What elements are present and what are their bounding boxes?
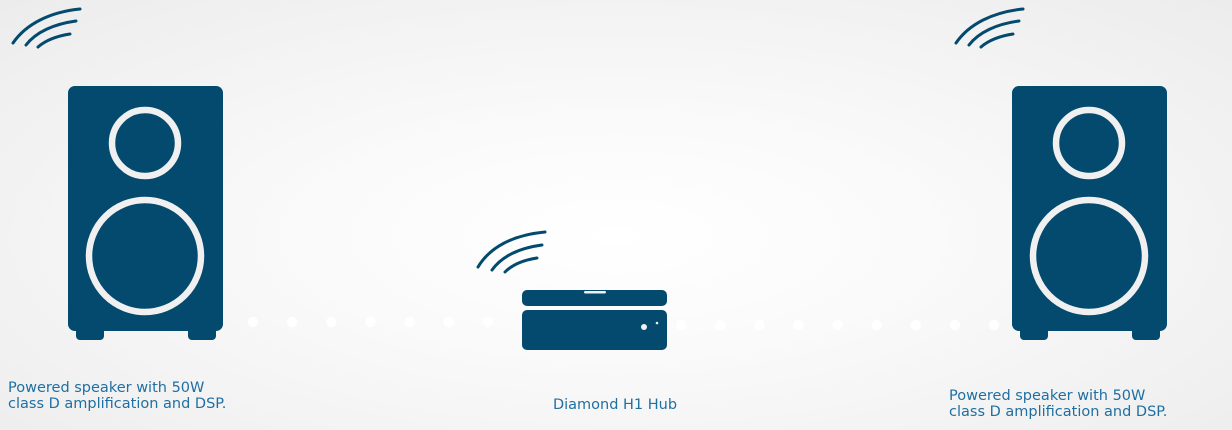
right-wifi-icon xyxy=(954,7,1025,49)
left-connection-dots xyxy=(247,316,494,328)
left-speaker-icon xyxy=(68,86,223,340)
left-wifi-icon xyxy=(11,7,82,49)
left-connection-dot xyxy=(482,316,494,328)
left-connection-dot xyxy=(443,316,454,328)
right-connection-dots xyxy=(675,319,1000,331)
right-connection-dot xyxy=(793,319,804,331)
right-connection-dot xyxy=(675,319,687,331)
system-diagram xyxy=(11,7,1167,350)
hub-device-icon xyxy=(522,290,667,350)
right-connection-dot xyxy=(910,319,921,331)
left-connection-dot xyxy=(326,316,337,328)
left-speaker-caption-line1: Powered speaker with 50W xyxy=(8,380,205,396)
right-speaker-icon xyxy=(1012,86,1167,340)
right-connection-dot xyxy=(871,319,882,331)
left-speaker-caption-line2: class D amplification and DSP. xyxy=(8,396,227,412)
left-speaker-caption: Powered speaker with 50W class D amplifi… xyxy=(8,380,293,412)
right-connection-dot xyxy=(754,319,765,331)
right-connection-dot xyxy=(988,319,1000,331)
hub-wifi-icon xyxy=(476,230,547,274)
right-connection-dot xyxy=(832,319,843,331)
left-connection-dot xyxy=(287,316,298,328)
right-connection-dot xyxy=(714,319,726,331)
left-connection-dot xyxy=(404,316,415,328)
right-connection-dot xyxy=(949,319,961,331)
right-speaker-caption-line2: class D amplification and DSP. xyxy=(949,404,1168,420)
left-connection-dot xyxy=(247,316,259,328)
right-speaker-caption-line1: Powered speaker with 50W xyxy=(949,388,1146,404)
left-connection-dot xyxy=(365,316,376,328)
right-speaker-caption: Powered speaker with 50W class D amplifi… xyxy=(949,388,1226,420)
diagram-canvas: Powered speaker with 50W class D amplifi… xyxy=(0,0,1232,430)
hub-caption: Diamond H1 Hub xyxy=(552,397,678,413)
